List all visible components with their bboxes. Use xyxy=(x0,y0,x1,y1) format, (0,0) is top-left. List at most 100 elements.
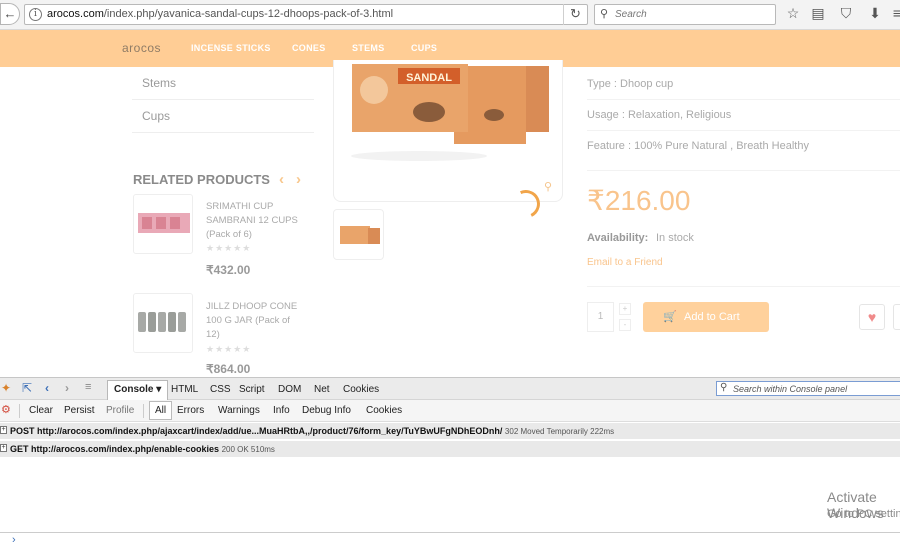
chevron-right-icon[interactable]: › xyxy=(65,381,69,395)
heart-icon: ♥ xyxy=(867,309,877,325)
browser-toolbar: ← i arocos.com/index.php/yavanica-sandal… xyxy=(0,0,900,30)
email-friend-link[interactable]: Email to a Friend xyxy=(587,257,663,268)
menu-icon[interactable]: ≡ xyxy=(888,5,900,21)
tab-console[interactable]: Console ▾ xyxy=(107,380,169,400)
search-icon: ⚲ xyxy=(720,382,728,393)
log-status: 200 OK 510ms xyxy=(221,445,275,454)
divider xyxy=(587,99,900,100)
chevron-left-icon[interactable]: ‹ xyxy=(45,381,49,395)
star-icon[interactable]: ☆ xyxy=(784,5,802,22)
firebug-toolbar: ✦ ⇱ ‹ › ≡ Console ▾ HTML CSS Script DOM … xyxy=(0,377,900,400)
sandal-cups-box-image: SANDAL xyxy=(351,64,549,161)
add-to-cart-button[interactable]: 🛒 Add to Cart xyxy=(643,302,769,332)
console-filter-bar: ⚙ Clear Persist Profile All Errors Warni… xyxy=(0,400,900,422)
site-logo[interactable]: arocos xyxy=(122,41,161,55)
info-icon[interactable]: i xyxy=(29,8,42,21)
console-log-row[interactable]: + POST http://arocos.com/index.php/ajaxc… xyxy=(0,423,900,440)
cart-icon: 🛒 xyxy=(663,311,677,323)
tab-script[interactable]: Script xyxy=(239,384,265,395)
divider xyxy=(587,286,900,287)
wishlist-button[interactable]: ♥ xyxy=(859,304,885,330)
log-request-url: GET http://arocos.com/index.php/enable-c… xyxy=(10,444,220,454)
related-product-image[interactable] xyxy=(133,293,193,353)
nav-incense-sticks[interactable]: INCENSE STICKS xyxy=(191,43,271,53)
availability-label: Availability: xyxy=(587,232,649,244)
availability-value: In stock xyxy=(656,232,694,244)
product-box-label: SANDAL xyxy=(406,72,452,84)
qty-decrease-button[interactable]: - xyxy=(619,319,631,331)
profile-button[interactable]: Profile xyxy=(106,405,134,416)
related-product-name[interactable]: JILLZ DHOOP CONE 100 G JAR (Pack of 12) xyxy=(206,300,306,342)
chevron-right-icon[interactable]: › xyxy=(296,171,301,188)
log-request-url: POST http://arocos.com/index.php/ajaxcar… xyxy=(10,426,503,436)
expand-icon[interactable]: + xyxy=(0,444,7,452)
console-command-line[interactable]: › xyxy=(0,532,900,550)
compare-button[interactable] xyxy=(893,304,900,330)
sidebar-link-stems[interactable]: Stems xyxy=(132,67,314,100)
sidebar-link-cups[interactable]: Cups xyxy=(132,100,314,133)
product-main-image[interactable]: SANDAL xyxy=(333,60,563,202)
tab-css[interactable]: CSS xyxy=(210,384,231,395)
tab-net[interactable]: Net xyxy=(314,384,330,395)
expand-icon[interactable]: + xyxy=(0,426,7,434)
tab-cookies[interactable]: Cookies xyxy=(343,384,379,395)
console-options-icon[interactable]: ⚙ xyxy=(1,403,11,416)
url-bar[interactable]: i arocos.com/index.php/yavanica-sandal-c… xyxy=(24,4,588,25)
related-product-price: ₹864.00 xyxy=(206,362,251,376)
divider xyxy=(19,404,20,418)
nav-cones[interactable]: CONES xyxy=(292,43,326,53)
product-price: ₹216.00 xyxy=(587,185,691,216)
filter-all-button[interactable]: All xyxy=(149,401,173,420)
tab-dom[interactable]: DOM xyxy=(278,384,301,395)
download-icon[interactable]: ⬇ xyxy=(866,5,884,22)
tab-html[interactable]: HTML xyxy=(171,384,198,395)
product-feature: Feature : 100% Pure Natural , Breath Hea… xyxy=(587,140,809,152)
related-product-name[interactable]: SRIMATHI CUP SAMBRANI 12 CUPS (Pack of 6… xyxy=(206,200,306,242)
thumbnail-box-image xyxy=(340,226,380,244)
filter-debug-info-button[interactable]: Debug Info xyxy=(302,405,351,416)
dhoop-cone-jar-image xyxy=(138,312,186,332)
nav-stems[interactable]: STEMS xyxy=(352,43,385,53)
url-path: /index.php/yavanica-sandal-cups-12-dhoop… xyxy=(103,8,394,20)
filter-errors-button[interactable]: Errors xyxy=(177,405,204,416)
log-request: POST http://arocos.com/index.php/ajaxcar… xyxy=(10,426,614,436)
console-log-row[interactable]: + GET http://arocos.com/index.php/enable… xyxy=(0,441,900,458)
related-products-title: RELATED PRODUCTS xyxy=(133,172,270,187)
back-button[interactable]: ← xyxy=(0,3,20,25)
reload-button[interactable]: ↻ xyxy=(563,4,587,25)
zoom-icon[interactable]: ⚲ xyxy=(544,180,552,193)
url-host: arocos.com xyxy=(47,8,104,20)
url-text[interactable]: arocos.com/index.php/yavanica-sandal-cup… xyxy=(47,8,393,20)
product-type: Type : Dhoop cup xyxy=(587,78,674,90)
rating-stars: ★★★★★ xyxy=(206,344,252,354)
prompt-icon: › xyxy=(12,534,16,546)
filter-cookies-button[interactable]: Cookies xyxy=(366,405,402,416)
qty-increase-button[interactable]: + xyxy=(619,303,631,315)
related-product-image[interactable] xyxy=(133,194,193,254)
quantity-input[interactable]: 1 xyxy=(587,302,614,332)
browser-search-input[interactable]: ⚲ Search xyxy=(594,4,776,25)
chevron-left-icon[interactable]: ‹ xyxy=(279,171,284,188)
reading-list-icon[interactable]: ▤ xyxy=(809,5,827,22)
log-status: 302 Moved Temporarily 222ms xyxy=(504,427,615,436)
divider xyxy=(587,170,900,171)
console-search-input[interactable]: ⚲ Search within Console panel xyxy=(716,381,900,396)
rating-stars: ★★★★★ xyxy=(206,243,252,253)
filter-warnings-button[interactable]: Warnings xyxy=(218,405,260,416)
clear-button[interactable]: Clear xyxy=(29,405,53,416)
product-thumbnail[interactable] xyxy=(333,209,384,260)
divider xyxy=(587,130,900,131)
pocket-icon[interactable]: ⛉ xyxy=(837,5,855,22)
command-editor-icon[interactable]: ≡ xyxy=(85,381,91,393)
add-to-cart-label: Add to Cart xyxy=(684,311,740,323)
persist-button[interactable]: Persist xyxy=(64,405,95,416)
filter-info-button[interactable]: Info xyxy=(273,405,290,416)
firebug-icon[interactable]: ✦ xyxy=(1,381,11,395)
search-icon: ⚲ xyxy=(600,8,609,20)
log-request: GET http://arocos.com/index.php/enable-c… xyxy=(10,444,275,454)
cup-sambrani-box-image xyxy=(138,213,190,233)
nav-cups[interactable]: CUPS xyxy=(411,43,437,53)
activate-windows-subtitle: Go to PC settings to activate Windows. xyxy=(827,508,900,520)
console-search-placeholder: Search within Console panel xyxy=(733,384,848,394)
inspect-icon[interactable]: ⇱ xyxy=(22,381,32,395)
